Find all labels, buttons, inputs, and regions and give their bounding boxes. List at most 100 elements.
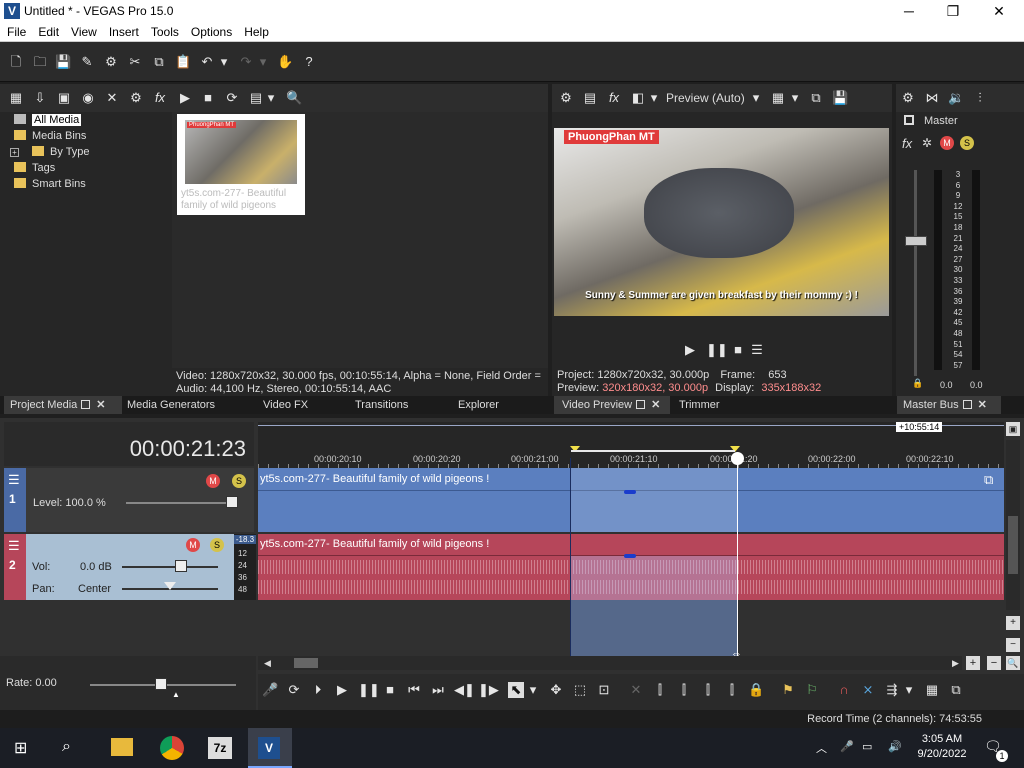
audio-clip[interactable]: yt5s.com-277- Beautiful family of wild p… <box>258 534 1004 600</box>
zoom-out-vertical-icon[interactable]: − <box>1006 638 1020 652</box>
next-frame-icon[interactable]: ❚▶ <box>478 682 499 698</box>
undo-dropdown-icon[interactable]: ▾ <box>219 54 229 70</box>
file-explorer-icon[interactable] <box>111 738 133 756</box>
timecode-display[interactable]: 00:00:21:23 <box>130 436 246 462</box>
loop-region-bar[interactable] <box>571 450 735 452</box>
play-from-start-icon[interactable]: ⏵ <box>310 682 326 698</box>
envelope-tool-icon[interactable]: ✥ <box>548 682 564 698</box>
go-to-start-icon[interactable]: ⏮ <box>406 682 422 698</box>
paste-icon[interactable]: 📋 <box>175 54 191 70</box>
horizontal-scroll-thumb[interactable] <box>294 658 318 668</box>
overlays-dropdown-icon[interactable]: ▾ <box>790 90 800 106</box>
cut-icon[interactable]: ✂ <box>127 54 143 70</box>
tab-video-fx[interactable]: Video FX <box>263 396 308 414</box>
video-track-strip[interactable]: ☰ 1 <box>4 468 26 532</box>
video-mute-icon[interactable]: M <box>206 474 220 488</box>
menu-options[interactable]: Options <box>184 22 237 39</box>
tab-transitions[interactable]: Transitions <box>355 396 408 414</box>
master-lock-icon[interactable]: 🔒 <box>912 378 923 389</box>
undock-icon[interactable] <box>636 400 646 409</box>
insert-region-icon[interactable]: ⚐ <box>804 682 820 698</box>
close-button[interactable]: ✕ <box>976 0 1022 22</box>
playhead-handle[interactable] <box>731 452 744 465</box>
chrome-icon[interactable] <box>160 736 184 760</box>
audio-solo-icon[interactable]: S <box>210 538 224 552</box>
tree-item-smart-bins[interactable]: Smart Bins <box>14 178 170 194</box>
timeline-corner-icon[interactable]: ▣ <box>1006 422 1020 436</box>
auto-crossfades-icon[interactable]: ⨯ <box>860 682 876 698</box>
ignore-grouping-icon[interactable]: ⧉ <box>948 682 964 698</box>
video-fx-icon[interactable]: fx <box>606 90 622 106</box>
stop-icon[interactable]: ■ <box>382 682 398 698</box>
expand-icon[interactable]: + <box>10 148 19 157</box>
minimize-button[interactable]: ─ <box>886 0 932 22</box>
video-fade-handle[interactable] <box>624 490 636 494</box>
close-tab-icon[interactable]: ✕ <box>96 399 105 411</box>
undock-icon[interactable] <box>962 400 972 409</box>
menu-insert[interactable]: Insert <box>102 22 144 39</box>
previous-frame-icon[interactable]: ◀❚ <box>454 682 475 698</box>
vertical-scrollbar[interactable]: ▼ <box>1006 440 1020 627</box>
zoom-edit-tool-icon[interactable]: ⊡ <box>596 682 612 698</box>
preview-play-icon[interactable]: ▶ <box>682 342 698 358</box>
menu-edit[interactable]: Edit <box>31 22 64 39</box>
master-solo-icon[interactable]: S <box>960 136 974 150</box>
master-mute-icon[interactable]: M <box>940 136 954 150</box>
properties-gear-icon[interactable]: ⚙ <box>103 54 119 70</box>
scroll-left-icon[interactable]: ◀ <box>264 658 271 669</box>
network-icon[interactable]: ▭ <box>862 740 872 753</box>
zoom-out-horizontal-icon[interactable]: − <box>987 656 1001 670</box>
split-dropdown-icon[interactable]: ▾ <box>649 90 659 106</box>
tree-item-by-type[interactable]: + By Type <box>10 146 170 162</box>
track-menu-icon[interactable]: ☰ <box>8 538 20 554</box>
audio-fade-handle[interactable] <box>624 554 636 558</box>
preview-properties-icon[interactable]: ⚙ <box>558 90 574 106</box>
video-clip[interactable]: yt5s.com-277- Beautiful family of wild p… <box>258 468 1004 532</box>
ripple-dropdown-icon[interactable]: ▾ <box>904 682 914 698</box>
preview-quality-select[interactable]: Preview (Auto) <box>666 91 745 105</box>
dim-output-icon[interactable]: 🔉 <box>948 90 964 106</box>
redo-dropdown-icon[interactable]: ▾ <box>258 54 268 70</box>
edit-tool-dropdown-icon[interactable]: ▾ <box>528 682 538 698</box>
maximize-button[interactable]: ❐ <box>930 0 976 22</box>
master-settings-icon[interactable]: ✲ <box>922 136 932 150</box>
device-preview-icon[interactable]: ▤ <box>582 90 598 106</box>
lock-envelopes-icon[interactable]: ▦ <box>924 682 940 698</box>
tab-media-generators[interactable]: Media Generators <box>127 396 215 414</box>
play-media-icon[interactable]: ▶ <box>177 90 193 106</box>
remove-media-icon[interactable]: ✕ <box>104 90 120 106</box>
media-properties-icon[interactable]: ⚙ <box>128 90 144 106</box>
lock-icon[interactable]: 🔒 <box>748 682 764 698</box>
insert-marker-icon[interactable]: ⚑ <box>780 682 796 698</box>
selection-tool-icon[interactable]: ⬚ <box>572 682 588 698</box>
7zip-icon[interactable]: 7z <box>208 737 232 759</box>
undo-icon[interactable]: ↶ <box>199 54 215 70</box>
track-menu-icon[interactable]: ☰ <box>8 472 20 488</box>
loop-playback-icon[interactable]: ⟳ <box>286 682 302 698</box>
quality-dropdown-icon[interactable]: ▾ <box>751 90 761 106</box>
vertical-scroll-thumb[interactable] <box>1008 516 1018 574</box>
delete-icon[interactable]: ✕ <box>628 682 644 698</box>
copy-icon[interactable]: ⧉ <box>151 54 167 70</box>
menu-tools[interactable]: Tools <box>144 22 184 39</box>
split-icon[interactable]: ⫿ <box>724 682 740 698</box>
media-fx-icon[interactable]: fx <box>152 90 168 106</box>
split-screen-icon[interactable]: ◧ <box>630 90 646 106</box>
tree-item-tags[interactable]: Tags <box>14 162 170 178</box>
close-tab-icon[interactable]: ✕ <box>978 399 987 411</box>
audio-track-strip[interactable]: ☰ 2 <box>4 534 26 600</box>
tree-item-media-bins[interactable]: Media Bins <box>14 130 170 146</box>
menu-view[interactable]: View <box>64 22 102 39</box>
stop-media-icon[interactable]: ■ <box>200 90 216 106</box>
normal-edit-tool-icon[interactable]: ⬉ <box>508 682 524 698</box>
close-tab-icon[interactable]: ✕ <box>651 399 660 411</box>
mixer-icon[interactable]: ⫶ <box>972 90 988 106</box>
media-bin-icon[interactable]: ▦ <box>8 90 24 106</box>
search-icon[interactable]: 🔍 <box>286 90 302 106</box>
help-pointer-icon[interactable]: ? <box>301 54 317 70</box>
tree-item-all-media[interactable]: All Media <box>14 114 170 130</box>
undock-icon[interactable] <box>81 400 91 409</box>
event-pan-crop-icon[interactable]: ⧉ <box>984 472 993 488</box>
tray-chevron-icon[interactable]: ︿ <box>816 740 827 756</box>
trim-icon[interactable]: ⫿ <box>652 682 668 698</box>
